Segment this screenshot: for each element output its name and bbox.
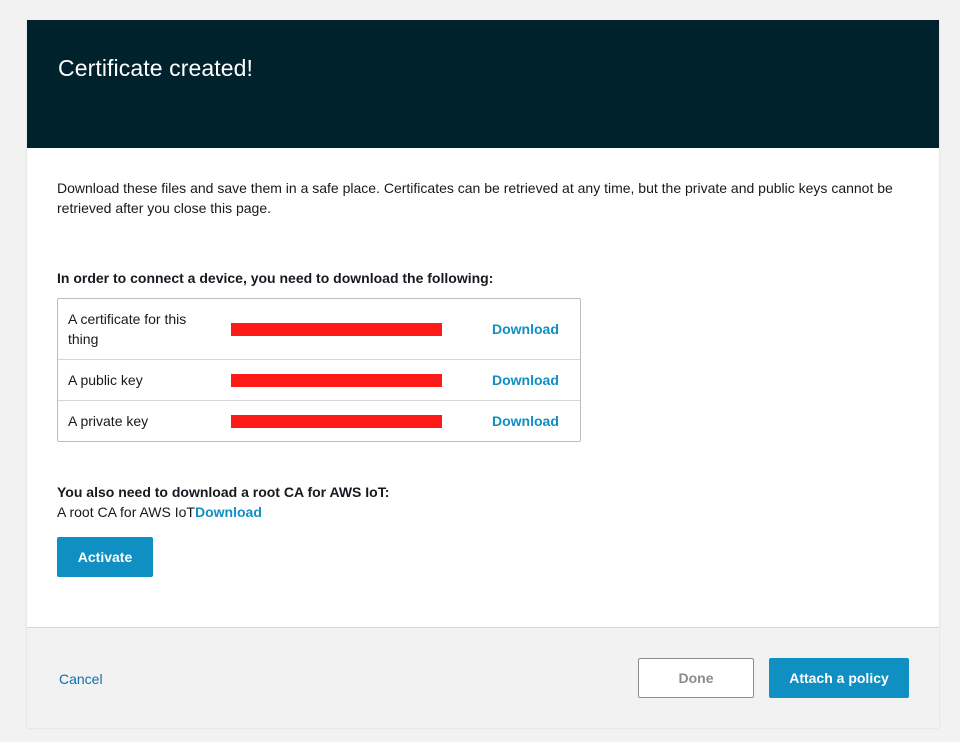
file-row-private-key: A private key Download: [58, 401, 580, 441]
root-ca-title: You also need to download a root CA for …: [57, 484, 390, 500]
download-root-ca-link[interactable]: Download: [195, 504, 262, 520]
file-label: A private key: [68, 413, 149, 429]
file-row-certificate: A certificate for this thing Download: [58, 299, 580, 360]
file-label: A certificate for this thing: [68, 311, 187, 347]
done-button[interactable]: Done: [638, 658, 754, 698]
cancel-link[interactable]: Cancel: [59, 671, 103, 687]
redacted-filename: [231, 414, 442, 428]
download-public-key-link[interactable]: Download: [492, 372, 559, 388]
dialog-footer: Cancel Done Attach a policy: [27, 627, 939, 728]
root-ca-line: A root CA for AWS IoTDownload: [57, 504, 262, 520]
intro-text: Download these files and save them in a …: [57, 180, 893, 216]
files-table: A certificate for this thing Download A …: [57, 298, 581, 442]
attach-policy-button[interactable]: Attach a policy: [769, 658, 909, 698]
dialog-header: Certificate created!: [27, 20, 939, 148]
dialog-title: Certificate created!: [58, 55, 254, 81]
files-section-title: In order to connect a device, you need t…: [57, 270, 494, 286]
download-certificate-link[interactable]: Download: [492, 321, 559, 337]
activate-button[interactable]: Activate: [57, 537, 153, 577]
file-label: A public key: [68, 372, 143, 388]
download-private-key-link[interactable]: Download: [492, 413, 559, 429]
redacted-filename: [231, 373, 442, 387]
root-ca-label: A root CA for AWS IoT: [57, 504, 195, 520]
file-row-public-key: A public key Download: [58, 360, 580, 401]
redacted-filename: [231, 322, 442, 336]
certificate-dialog: Certificate created! Download these file…: [27, 20, 939, 728]
dialog-body: Download these files and save them in a …: [57, 178, 917, 577]
